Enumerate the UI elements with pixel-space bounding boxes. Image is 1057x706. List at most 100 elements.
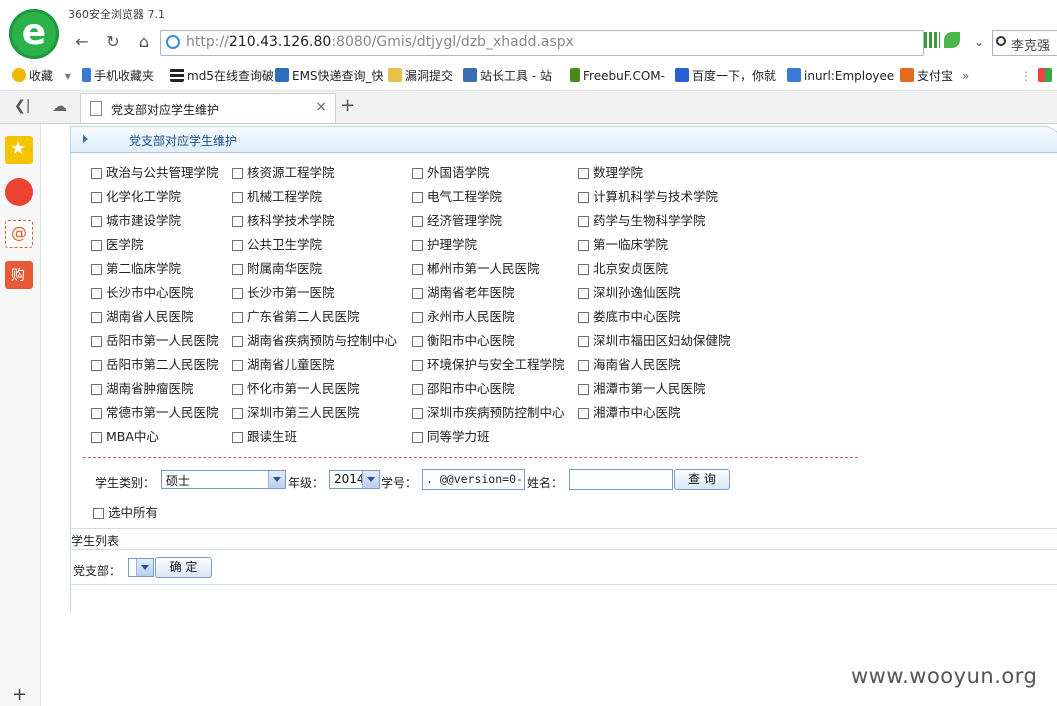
college-checkbox[interactable]: 数理学院 [578, 165, 643, 181]
college-checkbox[interactable]: 深圳孙逸仙医院 [578, 285, 681, 301]
college-checkbox[interactable]: 娄底市中心医院 [578, 309, 681, 325]
sidebar-toggle-icon[interactable]: ❮| [14, 98, 30, 114]
college-checkbox[interactable]: 城市建设学院 [91, 213, 181, 229]
confirm-button[interactable]: 确 定 [155, 557, 212, 578]
college-checkbox[interactable]: 北京安贞医院 [578, 261, 668, 277]
favorites-star-icon[interactable]: ★ [5, 136, 33, 164]
checkbox-icon [232, 264, 243, 275]
college-checkbox[interactable]: 深圳市疾病预防控制中心 [412, 405, 565, 421]
college-checkbox[interactable]: 深圳市福田区妇幼保健院 [578, 333, 731, 349]
college-label: 护理学院 [427, 237, 478, 252]
college-checkbox[interactable]: 深圳市第三人民医院 [232, 405, 360, 421]
bookmark-inurl[interactable]: inurl:Employee [787, 67, 894, 85]
checkbox-icon [232, 216, 243, 227]
apps-grid-icon[interactable] [1038, 67, 1055, 85]
checkbox-icon [232, 336, 243, 347]
checkbox-icon [578, 312, 589, 323]
student-list-label: 学生列表 [71, 534, 120, 548]
college-checkbox[interactable]: 常德市第一人民医院 [91, 405, 219, 421]
add-plus-icon[interactable]: + [12, 684, 27, 705]
weibo-icon[interactable] [5, 178, 33, 206]
college-checkbox[interactable]: 核资源工程学院 [232, 165, 335, 181]
shopping-icon[interactable]: 购 [5, 261, 33, 289]
grade-select[interactable]: 2014 [329, 470, 380, 489]
bookmark-md5[interactable]: md5在线查询破 [170, 67, 274, 85]
college-checkbox[interactable]: 广东省第二人民医院 [232, 309, 360, 325]
select-all-checkbox[interactable]: 选中所有 [93, 505, 158, 521]
college-checkbox[interactable]: 衡阳市中心医院 [412, 333, 515, 349]
college-label: 环境保护与安全工程学院 [427, 357, 565, 372]
college-checkbox[interactable]: 永州市人民医院 [412, 309, 515, 325]
college-checkbox[interactable]: MBA中心 [91, 429, 159, 445]
bookmark-freebuf[interactable]: FreebuF.COM- [570, 67, 665, 85]
search-text[interactable]: 李克强 [1011, 35, 1050, 54]
college-checkbox[interactable]: 机械工程学院 [232, 189, 322, 205]
college-checkbox[interactable]: 第一临床学院 [578, 237, 668, 253]
college-checkbox[interactable]: 湖南省人民医院 [91, 309, 194, 325]
college-checkbox[interactable]: 化学化工学院 [91, 189, 181, 205]
bookmark-ems[interactable]: EMS快递查询_快 [275, 67, 384, 85]
menu-dots-icon[interactable]: ⋮ [1020, 67, 1032, 85]
college-checkbox[interactable]: 第二临床学院 [91, 261, 181, 277]
college-checkbox[interactable]: 长沙市第一医院 [232, 285, 335, 301]
party-branch-select[interactable] [128, 558, 154, 577]
bookmark-baidu[interactable]: 百度一下，你就 [675, 67, 776, 85]
search-box[interactable]: 李克强 [992, 30, 1057, 56]
bookmarks-bar: 收藏 ▾ 手机收藏夹 md5在线查询破 EMS快递查询_快 漏洞提交 站长工具 … [0, 62, 1057, 91]
college-checkbox[interactable]: 环境保护与安全工程学院 [412, 357, 565, 373]
college-checkbox[interactable]: 核科学技术学院 [232, 213, 335, 229]
college-checkbox[interactable]: 郴州市第一人民医院 [412, 261, 540, 277]
address-url[interactable]: http://210.43.126.80:8080/Gmis/dtjygl/dz… [186, 34, 574, 50]
college-checkbox[interactable]: 湘潭市中心医院 [578, 405, 681, 421]
bookmark-favorites[interactable]: 收藏 ▾ [12, 67, 71, 85]
bookmark-webmaster[interactable]: 站长工具 - 站 [463, 67, 552, 85]
qrcode-icon[interactable] [924, 32, 940, 48]
college-checkbox[interactable]: 湖南省肿瘤医院 [91, 381, 194, 397]
back-arrow-icon[interactable]: ← [70, 31, 94, 53]
home-icon[interactable]: ⌂ [132, 31, 156, 53]
college-checkbox[interactable]: 湖南省疾病预防与控制中心 [232, 333, 397, 349]
cloud-icon[interactable]: ☁ [52, 97, 67, 115]
leaf-icon[interactable] [944, 32, 960, 48]
more-bookmarks-icon[interactable]: » [962, 67, 969, 85]
checkbox-icon [91, 264, 102, 275]
college-checkbox[interactable]: 长沙市中心医院 [91, 285, 194, 301]
student-id-input[interactable]: . @@version=0-- [422, 469, 525, 490]
address-bar[interactable]: http://210.43.126.80:8080/Gmis/dtjygl/dz… [160, 30, 924, 56]
college-checkbox[interactable]: 湖南省儿童医院 [232, 357, 335, 373]
college-checkbox[interactable]: 邵阳市中心医院 [412, 381, 515, 397]
google-icon [787, 68, 801, 82]
college-checkbox[interactable]: 电气工程学院 [412, 189, 502, 205]
mail-at-icon[interactable]: @ [5, 220, 33, 248]
tab-bar: ❮| ☁ 党支部对应学生维护 × + [0, 91, 1057, 124]
college-checkbox[interactable]: 怀化市第一人民医院 [232, 381, 360, 397]
college-checkbox[interactable]: 同等学力班 [412, 429, 490, 445]
college-checkbox[interactable]: 附属南华医院 [232, 261, 322, 277]
college-checkbox[interactable]: 医学院 [91, 237, 144, 253]
college-checkbox[interactable]: 岳阳市第一人民医院 [91, 333, 219, 349]
college-checkbox[interactable]: 外国语学院 [412, 165, 490, 181]
college-checkbox[interactable]: 海南省人民医院 [578, 357, 681, 373]
college-checkbox[interactable]: 岳阳市第二人民医院 [91, 357, 219, 373]
college-checkbox[interactable]: 湘潭市第一人民医院 [578, 381, 706, 397]
refresh-icon[interactable]: ↻ [101, 31, 125, 53]
query-button[interactable]: 查 询 [674, 469, 730, 490]
college-checkbox[interactable]: 药学与生物科学学院 [578, 213, 706, 229]
college-checkbox[interactable]: 经济管理学院 [412, 213, 502, 229]
tab-close-icon[interactable]: × [315, 99, 327, 115]
bookmark-mobile[interactable]: 手机收藏夹 [82, 67, 154, 85]
bookmark-alipay[interactable]: 支付宝 [900, 67, 953, 85]
tab-active[interactable]: 党支部对应学生维护 × [80, 93, 336, 123]
college-checkbox[interactable]: 公共卫生学院 [232, 237, 322, 253]
college-checkbox[interactable]: 湖南省老年医院 [412, 285, 515, 301]
globe-icon [166, 35, 180, 49]
bookmark-vuln[interactable]: 漏洞提交 [388, 67, 453, 85]
new-tab-button[interactable]: + [340, 95, 355, 116]
name-input[interactable] [569, 469, 673, 490]
student-type-select[interactable]: 硕士 [161, 470, 286, 489]
college-checkbox[interactable]: 计算机科学与技术学院 [578, 189, 718, 205]
college-checkbox[interactable]: 跟读生班 [232, 429, 297, 445]
college-checkbox[interactable]: 政治与公共管理学院 [91, 165, 219, 181]
college-checkbox[interactable]: 护理学院 [412, 237, 477, 253]
chevron-down-icon[interactable]: ⌄ [968, 31, 990, 53]
